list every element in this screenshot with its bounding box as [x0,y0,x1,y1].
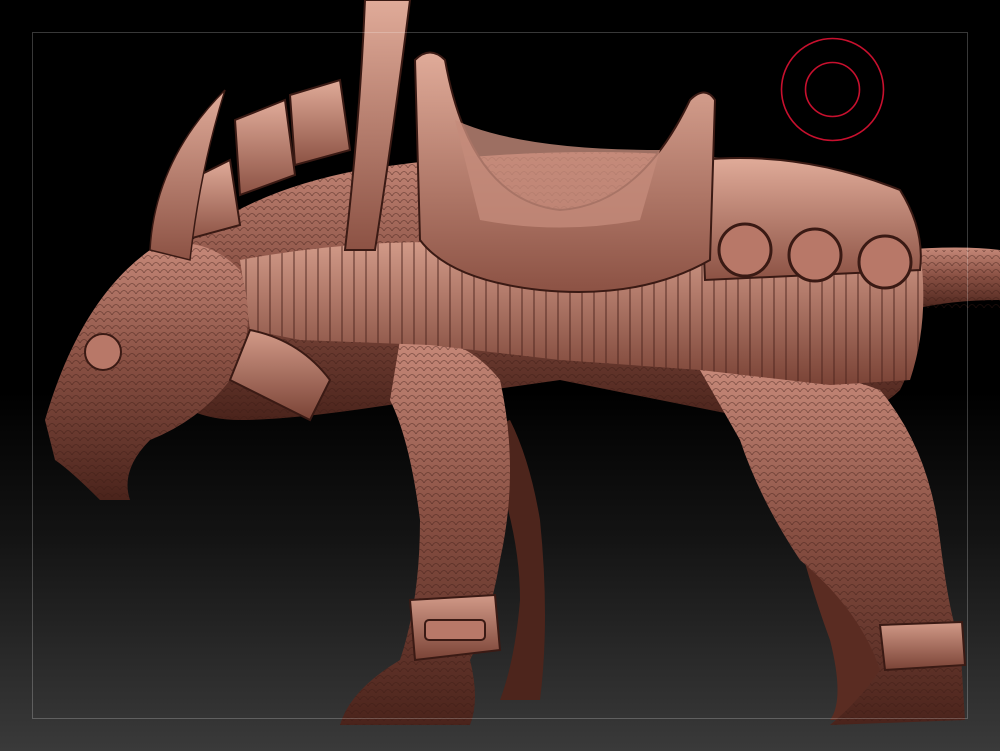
head-texture [45,243,248,501]
head-ornament [84,333,122,371]
brush-cursor-circle-icon[interactable] [780,37,885,142]
sculpt-viewport[interactable] [0,0,1000,751]
front-anklet-buckle [424,619,486,641]
saddle-seat [455,120,660,228]
rear-leg-texture [700,367,965,725]
rear-anklet [878,620,967,672]
